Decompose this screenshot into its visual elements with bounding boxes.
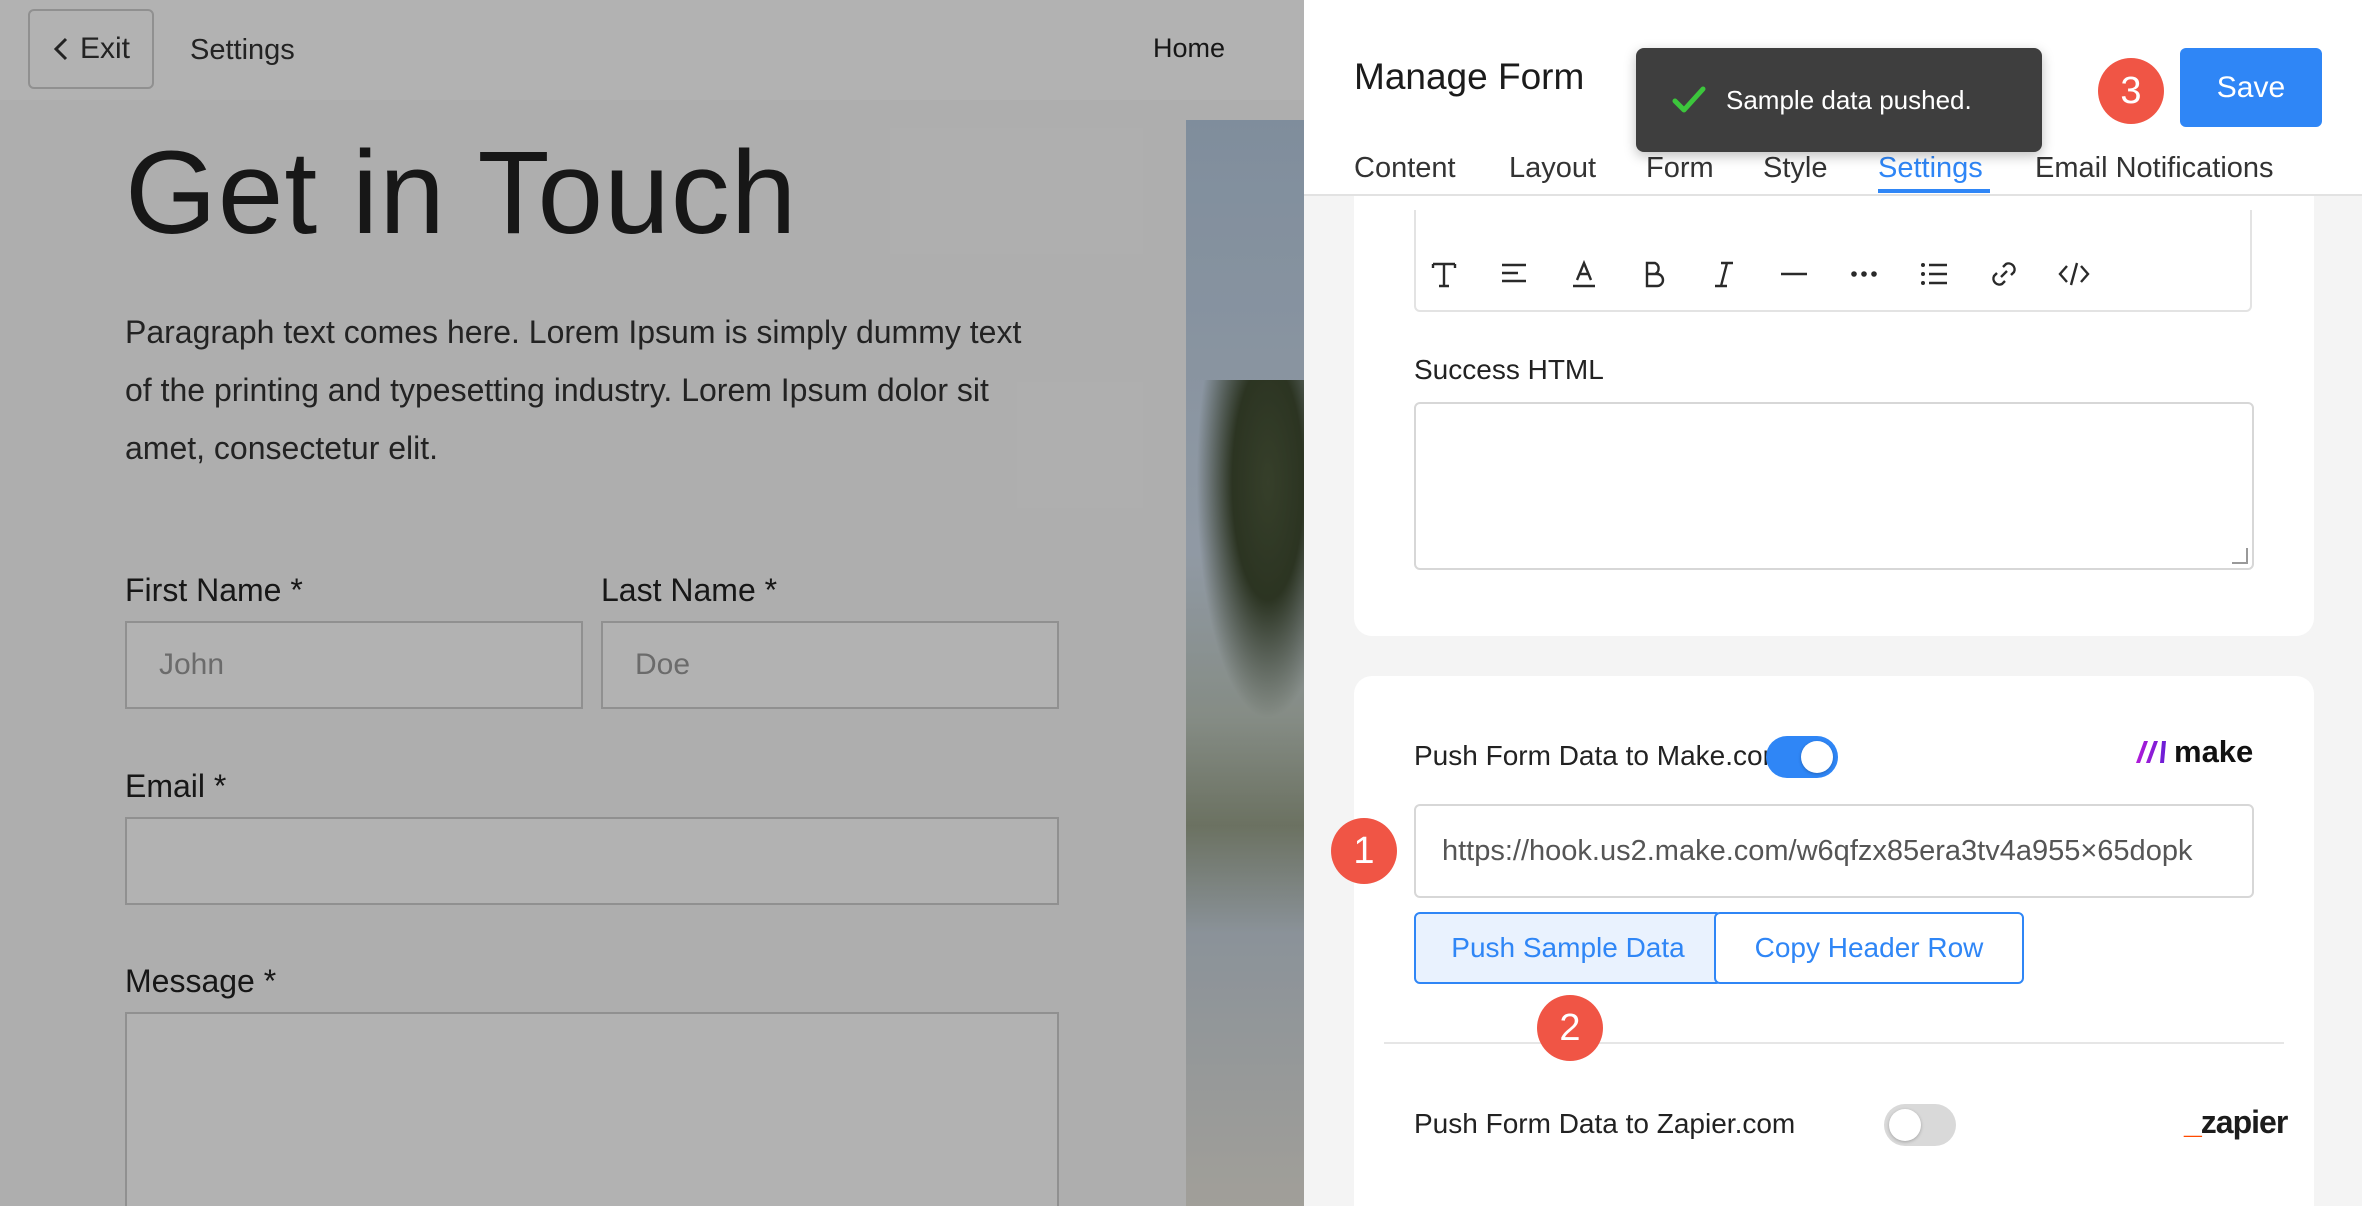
panel-title: Manage Form	[1354, 56, 1585, 97]
success-settings-card: Success HTML	[1354, 170, 2314, 636]
italic-icon[interactable]	[1706, 256, 1742, 292]
make-webhook-input[interactable]: https://hook.us2.make.com/w6qfzx85era3tv…	[1414, 804, 2254, 898]
make-integration-label: Push Form Data to Make.com	[1414, 740, 1786, 771]
divider	[1384, 1042, 2284, 1044]
checkmark-icon	[1672, 86, 1706, 113]
tab-settings[interactable]: Settings	[1878, 152, 1983, 185]
toast-notification: Sample data pushed.	[1636, 48, 2042, 152]
make-toggle[interactable]	[1766, 736, 1838, 778]
text-color-icon[interactable]	[1566, 256, 1602, 292]
text-type-icon[interactable]	[1426, 256, 1462, 292]
integrations-card: Push Form Data to Make.com make https://…	[1354, 676, 2314, 1206]
resize-handle-icon[interactable]	[2232, 548, 2248, 564]
zapier-integration-label: Push Form Data to Zapier.com	[1414, 1108, 1796, 1139]
bold-icon[interactable]	[1636, 256, 1672, 292]
tab-style[interactable]: Style	[1763, 152, 1827, 185]
copy-header-row-button[interactable]: Copy Header Row	[1714, 912, 2024, 984]
more-icon[interactable]	[1846, 256, 1882, 292]
zapier-toggle[interactable]	[1884, 1104, 1956, 1146]
tab-content[interactable]: Content	[1354, 152, 1456, 185]
editor-preview: Exit Settings Home Get in Touch Paragrap…	[0, 0, 1304, 1206]
tab-email-notifications[interactable]: Email Notifications	[2035, 152, 2274, 185]
code-icon[interactable]	[2056, 256, 2092, 292]
modal-dim-overlay	[0, 0, 1304, 1206]
manage-form-panel: Success HTML Push Form Data to Make.com …	[1304, 0, 2362, 1206]
push-sample-data-button[interactable]: Push Sample Data	[1414, 912, 1722, 984]
make-logo-icon	[2136, 741, 2166, 763]
rich-text-editor[interactable]	[1414, 210, 2252, 312]
step-badge-2: 2	[1537, 995, 1603, 1061]
toast-message: Sample data pushed.	[1726, 84, 1972, 115]
make-logo: make	[2134, 734, 2253, 770]
horizontal-rule-icon[interactable]	[1776, 256, 1812, 292]
step-badge-1: 1	[1331, 818, 1397, 884]
tab-form[interactable]: Form	[1646, 152, 1714, 185]
success-html-label: Success HTML	[1414, 354, 1604, 385]
align-left-icon[interactable]	[1496, 256, 1532, 292]
list-icon[interactable]	[1916, 256, 1952, 292]
zapier-logo: _zapier	[2184, 1104, 2288, 1140]
success-html-textarea[interactable]	[1414, 402, 2254, 570]
zapier-logo-text: zapier	[2200, 1104, 2288, 1140]
link-icon[interactable]	[1986, 256, 2022, 292]
active-tab-indicator	[1878, 189, 1990, 193]
tab-layout[interactable]: Layout	[1509, 152, 1596, 185]
save-button[interactable]: Save	[2180, 48, 2322, 127]
make-logo-text: make	[2174, 734, 2254, 769]
step-badge-3: 3	[2098, 58, 2164, 124]
